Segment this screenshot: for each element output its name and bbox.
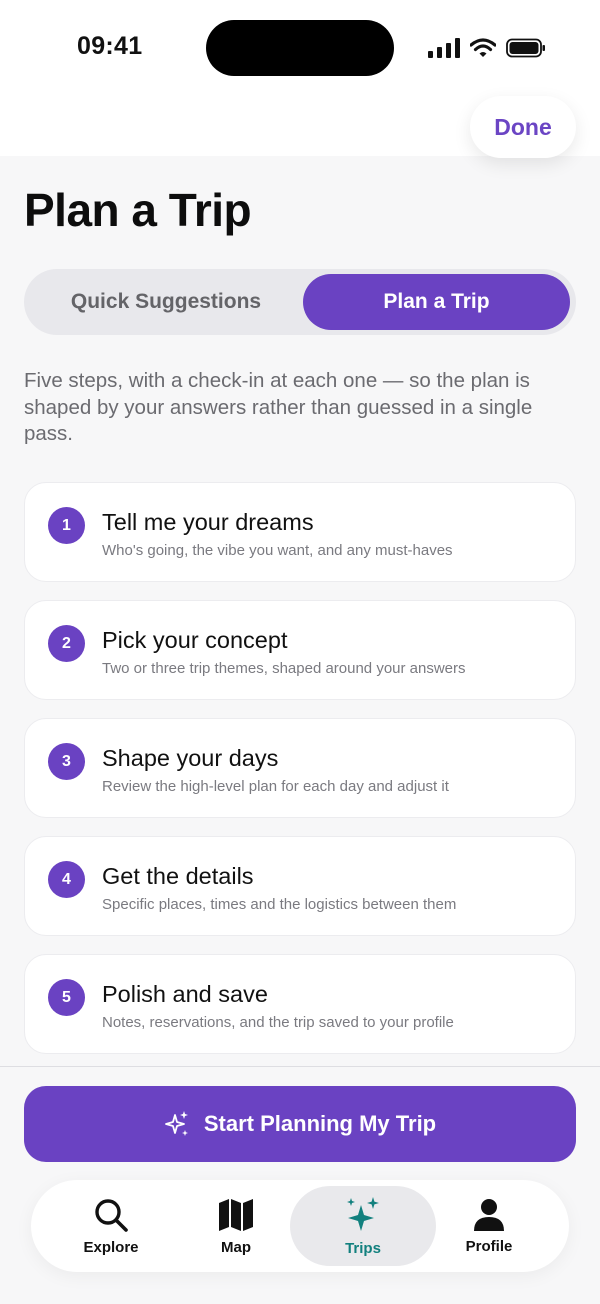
tab-map[interactable]: Map bbox=[186, 1186, 286, 1266]
step-number-badge: 5 bbox=[48, 979, 85, 1016]
sparkles-icon bbox=[347, 1196, 379, 1231]
segment-quick-suggestions[interactable]: Quick Suggestions bbox=[30, 274, 302, 330]
step-title: Get the details bbox=[102, 863, 254, 889]
person-icon bbox=[474, 1198, 504, 1231]
dynamic-island bbox=[206, 20, 394, 76]
start-planning-button[interactable]: Start Planning My Trip bbox=[24, 1086, 576, 1162]
step-title: Polish and save bbox=[102, 981, 268, 1007]
signal-icon bbox=[428, 38, 460, 58]
screen: 09:41 Done Plan a Trip Quick Suggestions… bbox=[0, 0, 600, 1304]
step-number-badge: 2 bbox=[48, 625, 85, 662]
step-description: Notes, reservations, and the trip saved … bbox=[102, 1014, 454, 1031]
step-card-1[interactable]: 1 Tell me your dreams Who's going, the v… bbox=[24, 482, 576, 582]
step-number-badge: 4 bbox=[48, 861, 85, 898]
step-title: Shape your days bbox=[102, 745, 279, 771]
status-bar: 09:41 bbox=[0, 0, 600, 96]
step-description: Two or three trip themes, shaped around … bbox=[102, 660, 466, 677]
start-planning-label: Start Planning My Trip bbox=[203, 1111, 437, 1136]
step-number-badge: 1 bbox=[48, 507, 85, 544]
map-icon bbox=[219, 1198, 253, 1231]
step-description: Who's going, the vibe you want, and any … bbox=[102, 542, 453, 559]
intro-text: Five steps, with a check-in at each one … bbox=[24, 369, 533, 445]
done-button[interactable]: Done bbox=[470, 96, 576, 158]
segmented-control: Quick Suggestions Plan a Trip bbox=[24, 269, 576, 335]
step-title: Pick your concept bbox=[102, 627, 288, 653]
battery-icon bbox=[506, 38, 545, 58]
step-title: Tell me your dreams bbox=[102, 509, 314, 535]
wifi-icon bbox=[470, 38, 496, 57]
divider bbox=[0, 1066, 600, 1067]
tab-explore[interactable]: Explore bbox=[61, 1186, 161, 1266]
search-icon bbox=[95, 1198, 128, 1232]
tab-bar: Explore Map Trips Profile bbox=[31, 1180, 569, 1272]
status-icons bbox=[428, 36, 546, 60]
status-time: 09:41 bbox=[77, 32, 143, 60]
tab-label: Map bbox=[221, 1238, 251, 1256]
tab-label: Explore bbox=[83, 1238, 139, 1256]
step-description: Specific places, times and the logistics… bbox=[102, 896, 457, 913]
tab-trips[interactable]: Trips bbox=[290, 1186, 436, 1266]
step-description: Review the high-level plan for each day … bbox=[102, 778, 449, 795]
sparkles-icon bbox=[164, 1111, 188, 1136]
segment-plan-a-trip[interactable]: Plan a Trip bbox=[303, 274, 570, 330]
tab-label: Profile bbox=[465, 1237, 513, 1255]
tab-label: Trips bbox=[345, 1239, 381, 1257]
step-card-4[interactable]: 4 Get the details Specific places, times… bbox=[24, 836, 576, 936]
step-number-badge: 3 bbox=[48, 743, 85, 780]
page-title: Plan a Trip bbox=[24, 184, 252, 236]
step-card-5[interactable]: 5 Polish and save Notes, reservations, a… bbox=[24, 954, 576, 1054]
tab-profile[interactable]: Profile bbox=[439, 1186, 539, 1266]
step-card-2[interactable]: 2 Pick your concept Two or three trip th… bbox=[24, 600, 576, 700]
step-card-3[interactable]: 3 Shape your days Review the high-level … bbox=[24, 718, 576, 818]
